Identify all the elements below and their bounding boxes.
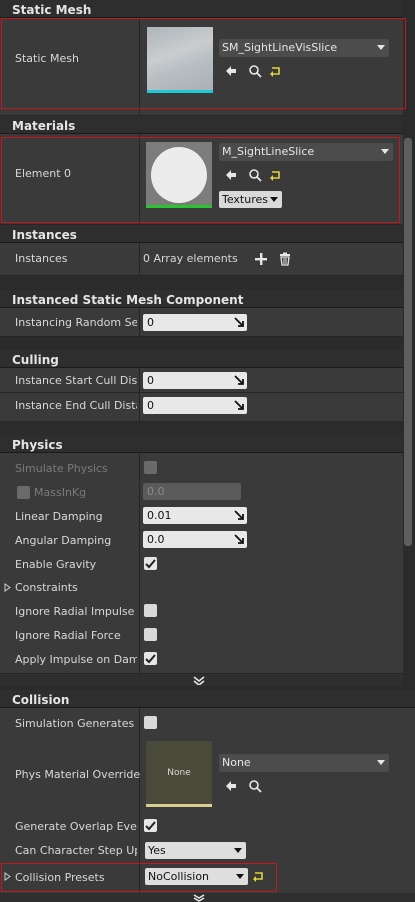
angular-damping-label: Angular Damping — [15, 534, 112, 547]
ignore-radial-force-label: Ignore Radial Force — [15, 629, 121, 642]
materials-header[interactable]: Materials — [0, 116, 403, 134]
scrollbar-thumb[interactable] — [404, 138, 412, 546]
generate-overlap-checkbox[interactable] — [144, 819, 157, 832]
instances-count: 0 Array elements — [143, 252, 238, 265]
arrow-left-icon[interactable] — [224, 779, 238, 793]
expand-arrow-icon[interactable] — [4, 583, 11, 592]
instance-start-cull-row: Instance Start Cull Distance 0 — [0, 368, 403, 393]
instances-label: Instances — [15, 252, 68, 265]
instance-end-cull-label: Instance End Cull Distance — [15, 399, 137, 412]
collision-advanced-toggle[interactable] — [0, 893, 415, 902]
materials-highlight — [1, 137, 400, 223]
static-mesh-section-title: Static Mesh — [12, 3, 92, 17]
checkmark-icon — [145, 821, 156, 831]
instances-section-title: Instances — [12, 228, 77, 242]
linear-damping-value: 0.01 — [147, 509, 172, 522]
instancing-random-seed-input[interactable]: 0 — [143, 314, 247, 331]
dropdown-arrow-icon — [234, 848, 242, 853]
sim-generates-hit-label: Simulation Generates Hit Events — [15, 717, 137, 730]
instances-row: Instances 0 Array elements — [0, 243, 403, 276]
collision-presets-highlight — [1, 863, 277, 892]
phys-material-thumbnail[interactable]: None — [146, 741, 212, 807]
constraints-label[interactable]: Constraints — [15, 581, 78, 594]
generate-overlap-label: Generate Overlap Events — [15, 820, 137, 833]
add-icon[interactable] — [254, 252, 268, 266]
ismc-header[interactable]: Instanced Static Mesh Component — [0, 290, 403, 308]
expand-arrow-icon — [234, 317, 244, 327]
expand-arrow-icon — [234, 375, 244, 385]
phys-material-override-label: Phys Material Override — [15, 768, 141, 781]
enable-gravity-checkbox[interactable] — [144, 557, 157, 570]
physics-advanced-toggle[interactable] — [0, 674, 403, 686]
simulate-physics-label: Simulate Physics — [15, 462, 108, 475]
mass-in-kg-checkbox[interactable] — [17, 486, 30, 499]
physics-rows: Simulate Physics MassInKg 0.0 Linear Dam… — [0, 453, 403, 674]
ismc-section-title: Instanced Static Mesh Component — [12, 293, 244, 307]
checkmark-icon — [145, 559, 156, 569]
instances-header[interactable]: Instances — [0, 225, 403, 243]
instancing-random-seed-label: Instancing Random Seed — [15, 316, 137, 329]
enable-gravity-label: Enable Gravity — [15, 558, 97, 571]
instance-start-cull-input[interactable]: 0 — [143, 372, 247, 389]
collision-header[interactable]: Collision — [0, 690, 415, 708]
instance-start-cull-label: Instance Start Cull Distance — [15, 374, 137, 387]
static-mesh-highlight — [1, 18, 406, 109]
instance-start-cull-value: 0 — [147, 374, 154, 387]
can-step-up-label: Can Character Step Up On — [15, 844, 137, 857]
expand-arrow-icon — [234, 510, 244, 520]
materials-section-title: Materials — [12, 119, 76, 133]
phys-material-combo[interactable]: None — [219, 754, 389, 772]
phys-material-thumb-text: None — [167, 768, 191, 778]
ignore-radial-impulse-checkbox[interactable] — [144, 604, 157, 617]
chevron-down-icon — [193, 894, 205, 902]
phys-material-value: None — [222, 756, 251, 769]
angular-damping-value: 0.0 — [147, 533, 165, 546]
apply-impulse-label: Apply Impulse on Damage — [15, 653, 137, 666]
linear-damping-label: Linear Damping — [15, 510, 103, 523]
search-icon[interactable] — [248, 779, 262, 793]
static-mesh-header[interactable]: Static Mesh — [0, 0, 403, 18]
ignore-radial-force-checkbox[interactable] — [144, 628, 157, 641]
can-step-up-value: Yes — [148, 844, 166, 857]
checkmark-icon — [145, 654, 156, 664]
culling-header[interactable]: Culling — [0, 350, 403, 368]
instance-end-cull-input[interactable]: 0 — [143, 397, 247, 414]
ignore-radial-impulse-label: Ignore Radial Impulse — [15, 605, 135, 618]
expand-arrow-icon — [234, 400, 244, 410]
instancing-random-seed-value: 0 — [147, 316, 154, 329]
simulate-physics-checkbox[interactable] — [144, 461, 157, 474]
linear-damping-input[interactable]: 0.01 — [143, 507, 247, 524]
chevron-down-icon — [193, 676, 205, 685]
dropdown-arrow-icon — [377, 760, 385, 765]
physics-header[interactable]: Physics — [0, 435, 403, 453]
culling-section-title: Culling — [12, 353, 59, 367]
instance-end-cull-row: Instance End Cull Distance 0 — [0, 393, 403, 422]
trash-icon[interactable] — [278, 252, 292, 266]
can-step-up-combo[interactable]: Yes — [145, 842, 246, 859]
sim-generates-hit-checkbox[interactable] — [144, 716, 157, 729]
collision-section-title: Collision — [12, 693, 70, 707]
physics-section-title: Physics — [12, 438, 63, 452]
apply-impulse-checkbox[interactable] — [144, 652, 157, 665]
expand-arrow-icon — [234, 534, 244, 544]
instance-end-cull-value: 0 — [147, 399, 154, 412]
instancing-random-seed-row: Instancing Random Seed 0 — [0, 308, 403, 337]
mass-in-kg-input[interactable]: 0.0 — [143, 483, 241, 500]
mass-in-kg-label: MassInKg — [34, 486, 87, 499]
phys-material-type-bar — [146, 804, 212, 807]
mass-in-kg-value: 0.0 — [147, 485, 165, 498]
angular-damping-input[interactable]: 0.0 — [143, 531, 247, 548]
